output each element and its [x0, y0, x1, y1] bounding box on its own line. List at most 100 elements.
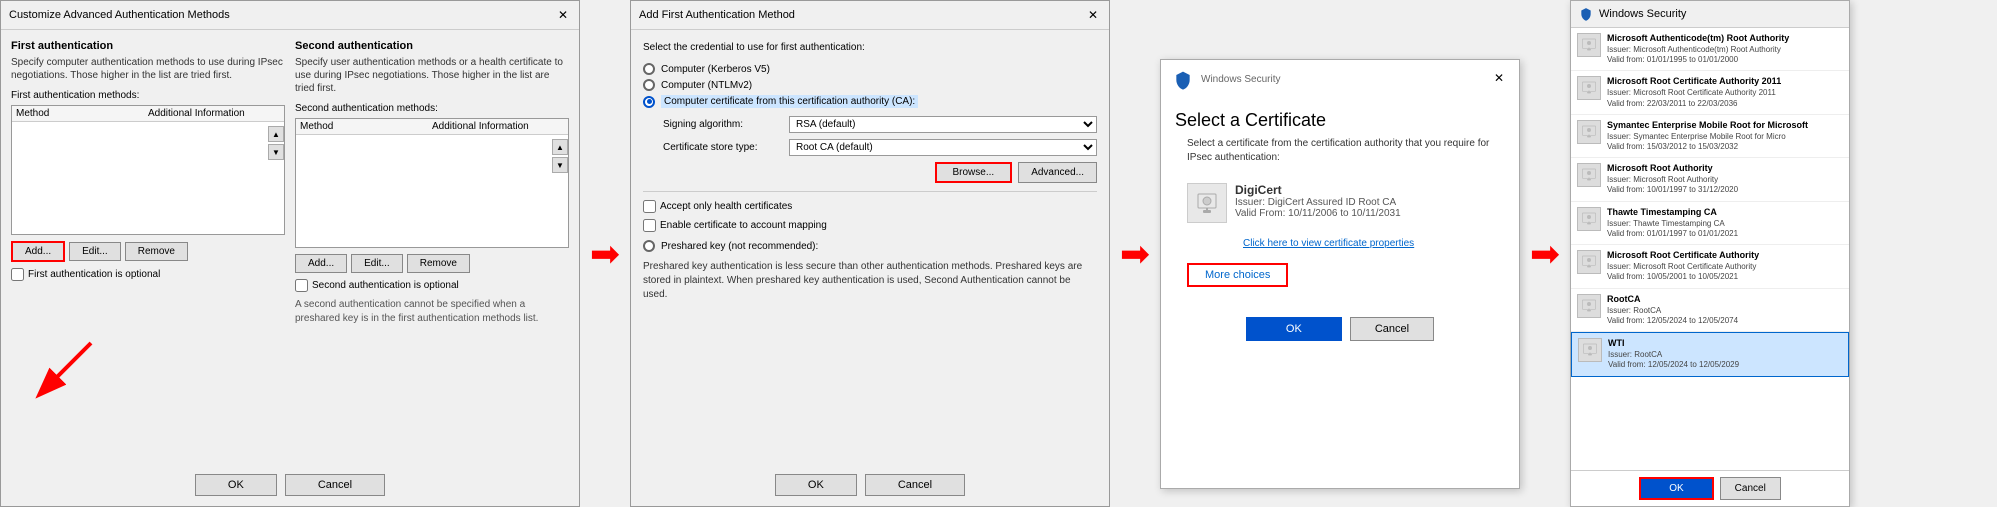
panel3-cancel-button[interactable]: Cancel	[1350, 317, 1434, 341]
cert-list-item-2[interactable]: Symantec Enterprise Mobile Root for Micr…	[1571, 115, 1849, 158]
select-cert-desc: Select a certificate from the certificat…	[1187, 137, 1493, 165]
cert-list-name-1: Microsoft Root Certificate Authority 201…	[1607, 76, 1843, 88]
more-choices-button[interactable]: More choices	[1187, 263, 1288, 287]
cert-list-item-3[interactable]: Microsoft Root Authority Issuer: Microso…	[1571, 158, 1849, 201]
radio-kerberos-label: Computer (Kerberos V5)	[661, 64, 770, 75]
cert-list-validity-4: Valid from: 01/01/1997 to 01/01/2021	[1607, 229, 1843, 239]
preshared-radio-icon[interactable]	[643, 240, 655, 252]
second-remove-button[interactable]: Remove	[407, 254, 470, 273]
second-auth-desc: Specify user authentication methods or a…	[295, 56, 569, 95]
first-btn-row: Add... Edit... Remove	[11, 241, 285, 262]
cert-list-issuer-5: Issuer: Microsoft Root Certificate Autho…	[1607, 262, 1843, 272]
preshared-label: Preshared key (not recommended):	[661, 241, 818, 252]
first-edit-button[interactable]: Edit...	[69, 242, 121, 261]
cert-list-item-7[interactable]: WTI Issuer: RootCA Valid from: 12/05/202…	[1571, 332, 1849, 376]
advanced-button[interactable]: Advanced...	[1018, 162, 1097, 183]
cert-list-validity-0: Valid from: 01/01/1995 to 01/01/2000	[1607, 55, 1843, 65]
second-optional-label: Second authentication is optional	[312, 280, 459, 291]
browse-advanced-row: Browse... Advanced...	[643, 162, 1097, 183]
radio-ntlm-icon[interactable]	[643, 79, 655, 91]
cert-list-item-6[interactable]: RootCA Issuer: RootCA Valid from: 12/05/…	[1571, 289, 1849, 332]
second-col-method: Method	[300, 121, 432, 132]
panel3-ok-button[interactable]: OK	[1246, 317, 1342, 341]
cert-list-scroll[interactable]: Microsoft Authenticode(tm) Root Authorit…	[1571, 28, 1849, 435]
second-scroll-down[interactable]: ▼	[552, 157, 568, 173]
arrow2-icon: ➡	[1120, 233, 1150, 275]
cert-link-wrapper: Click here to view certificate propertie…	[1231, 237, 1505, 249]
cert-view-link[interactable]: Click here to view certificate propertie…	[1243, 238, 1414, 249]
windows-security-brand: Windows Security	[1173, 70, 1280, 90]
cert-store-row: Certificate store type: Root CA (default…	[663, 139, 1097, 156]
panel1-title: Customize Advanced Authentication Method…	[9, 9, 230, 21]
panel2-cancel-button[interactable]: Cancel	[865, 474, 965, 496]
panel4-shield-icon	[1579, 7, 1593, 21]
second-edit-button[interactable]: Edit...	[351, 254, 403, 273]
cert-item: DigiCert Issuer: DigiCert Assured ID Roo…	[1175, 173, 1505, 233]
panel3-body: Select a Certificate Select a certificat…	[1161, 96, 1519, 305]
cert-list-icon-2	[1577, 120, 1601, 144]
radio-kerberos-icon[interactable]	[643, 63, 655, 75]
cert-list-issuer-3: Issuer: Microsoft Root Authority	[1607, 175, 1843, 185]
cert-list-issuer-6: Issuer: RootCA	[1607, 306, 1843, 316]
cert-store-select[interactable]: Root CA (default)	[789, 139, 1097, 156]
panel1-cancel-button[interactable]: Cancel	[285, 474, 385, 496]
cert-list-icon-6	[1577, 294, 1601, 318]
account-mapping-row: Enable certificate to account mapping	[643, 219, 1097, 232]
radio-cert-label: Computer certificate from this certifica…	[661, 95, 918, 108]
panel2-title: Add First Authentication Method	[639, 9, 795, 21]
second-add-button[interactable]: Add...	[295, 254, 347, 273]
cert-list-name-2: Symantec Enterprise Mobile Root for Micr…	[1607, 120, 1843, 132]
first-remove-button[interactable]: Remove	[125, 242, 188, 261]
panel4-ok-button[interactable]: OK	[1639, 477, 1713, 500]
signing-algo-select[interactable]: RSA (default)	[789, 116, 1097, 133]
panel1-close-button[interactable]: ✕	[555, 7, 571, 23]
cert-list-icon-4	[1577, 207, 1601, 231]
second-scroll-up[interactable]: ▲	[552, 139, 568, 155]
panel2-ok-button[interactable]: OK	[775, 474, 857, 496]
panel1-ok-button[interactable]: OK	[195, 474, 277, 496]
cert-list-item-0[interactable]: Microsoft Authenticode(tm) Root Authorit…	[1571, 28, 1849, 71]
cert-list-name-3: Microsoft Root Authority	[1607, 163, 1843, 175]
arrow1: ➡	[580, 0, 630, 507]
account-mapping-checkbox[interactable]	[643, 219, 656, 232]
cert-list-name-6: RootCA	[1607, 294, 1843, 306]
first-scroll-controls: ▲ ▼	[268, 126, 284, 160]
cert-list-icon-7	[1578, 338, 1602, 362]
cert-item-icon	[1187, 183, 1227, 223]
cert-list-name-5: Microsoft Root Certificate Authority	[1607, 250, 1843, 262]
panel2-close-button[interactable]: ✕	[1085, 7, 1101, 23]
second-scroll-controls: ▲ ▼	[552, 139, 568, 173]
first-auth-desc: Specify computer authentication methods …	[11, 56, 285, 82]
cert-issuer: Issuer: DigiCert Assured ID Root CA	[1235, 197, 1493, 208]
health-cert-checkbox[interactable]	[643, 200, 656, 213]
first-optional-checkbox[interactable]	[11, 268, 24, 281]
cert-list-issuer-0: Issuer: Microsoft Authenticode(tm) Root …	[1607, 45, 1843, 55]
browse-button[interactable]: Browse...	[935, 162, 1013, 183]
more-choices-wrapper: More choices	[1175, 257, 1505, 293]
cert-list-info-5: Microsoft Root Certificate Authority Iss…	[1607, 250, 1843, 282]
cert-list-item-4[interactable]: Thawte Timestamping CA Issuer: Thawte Ti…	[1571, 202, 1849, 245]
radio-cert-icon[interactable]	[643, 96, 655, 108]
second-col-additional: Additional Information	[432, 121, 564, 132]
preshared-row: Preshared key (not recommended):	[643, 240, 1097, 252]
panel4-title: Windows Security	[1599, 8, 1686, 20]
first-add-button[interactable]: Add...	[11, 241, 65, 262]
panel4-header: Windows Security	[1571, 1, 1849, 28]
cert-list-item-5[interactable]: Microsoft Root Certificate Authority Iss…	[1571, 245, 1849, 288]
panel1-arrow	[31, 333, 111, 416]
cert-list-validity-3: Valid from: 10/01/1997 to 31/12/2020	[1607, 185, 1843, 195]
cert-list-item-1[interactable]: Microsoft Root Certificate Authority 201…	[1571, 71, 1849, 114]
cert-list-validity-1: Valid from: 22/03/2011 to 22/03/2036	[1607, 99, 1843, 109]
cert-list-issuer-4: Issuer: Thawte Timestamping CA	[1607, 219, 1843, 229]
panel4-cancel-button[interactable]: Cancel	[1720, 477, 1781, 500]
panel3-close-button[interactable]: ✕	[1491, 70, 1507, 86]
second-optional-checkbox[interactable]	[295, 279, 308, 292]
arrow3: ➡	[1520, 0, 1570, 507]
first-scroll-up[interactable]: ▲	[268, 126, 284, 142]
cert-list-icon-3	[1577, 163, 1601, 187]
cert-list-info-3: Microsoft Root Authority Issuer: Microso…	[1607, 163, 1843, 195]
first-scroll-down[interactable]: ▼	[268, 144, 284, 160]
panel-select-cert: Windows Security ✕ Select a Certificate …	[1160, 59, 1520, 489]
radio-ntlm-label: Computer (NTLMv2)	[661, 80, 752, 91]
panel2-footer: OK Cancel	[631, 474, 1109, 496]
